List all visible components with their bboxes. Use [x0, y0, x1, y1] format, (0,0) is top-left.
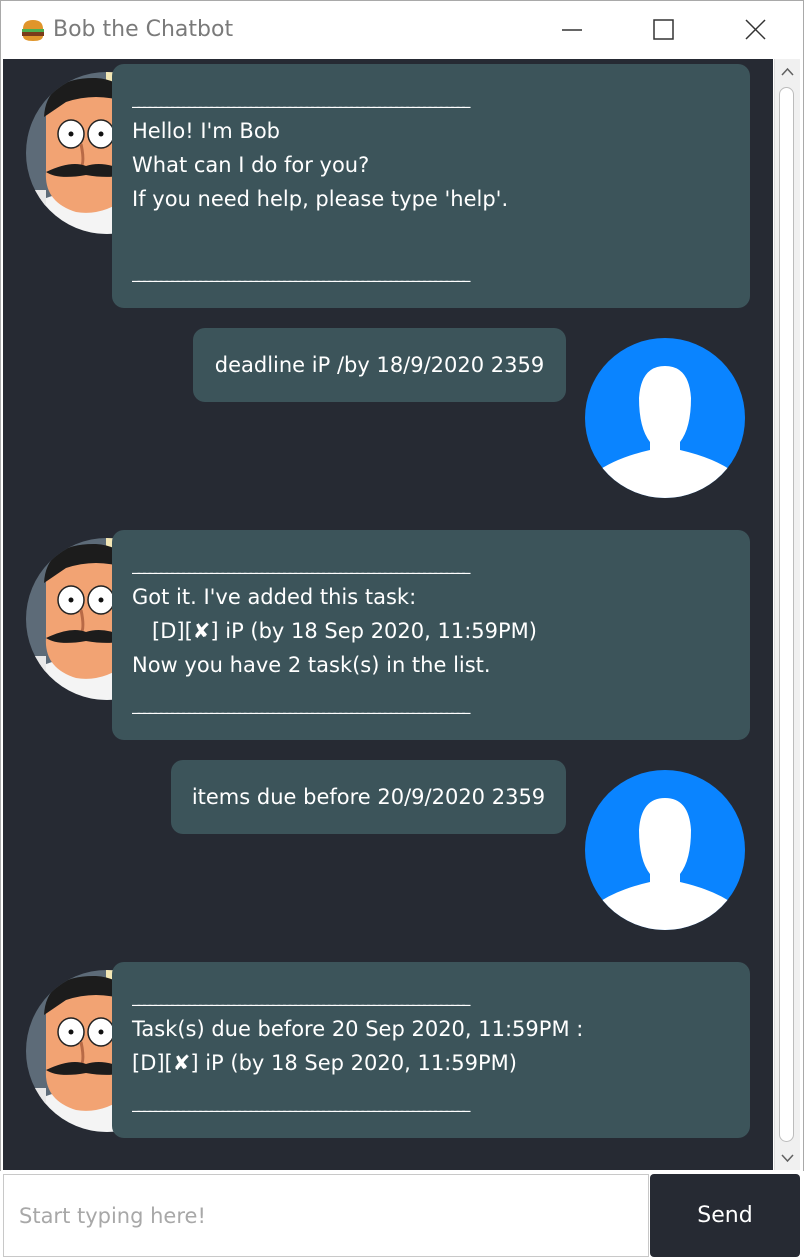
title-bar[interactable]: Bob the Chatbot: [1, 1, 803, 58]
window-title: Bob the Chatbot: [53, 17, 234, 42]
burger-icon: [22, 20, 44, 41]
message-line: Now you have 2 task(s) in the list.: [132, 653, 491, 677]
message-line: [D][✘] iP (by 18 Sep 2020, 11:59PM): [132, 1051, 517, 1075]
message-line: Got it. I've added this task:: [132, 585, 417, 609]
message-line: [D][✘] iP (by 18 Sep 2020, 11:59PM): [132, 619, 537, 643]
user-avatar-icon: [585, 770, 745, 930]
divider-line: ________________________________________…: [132, 990, 470, 1006]
chat-scroll-pane[interactable]: ________________________________________…: [3, 59, 773, 1170]
bot-message-bubble: ________________________________________…: [112, 64, 750, 308]
divider-line: ________________________________________…: [132, 698, 470, 714]
message-line: What can I do for you?: [132, 153, 370, 177]
divider-line: ________________________________________…: [132, 558, 470, 574]
bot-message-bubble: ________________________________________…: [112, 962, 750, 1138]
message-input[interactable]: [3, 1174, 649, 1257]
divider-line: ________________________________________…: [132, 1096, 470, 1112]
message-line: [132, 216, 730, 266]
minimize-button[interactable]: [526, 1, 618, 58]
maximize-button[interactable]: [618, 1, 710, 58]
minimize-icon: [562, 29, 582, 31]
user-message-text: deadline iP /by 18/9/2020 2359: [214, 353, 545, 377]
user-message-bubble: deadline iP /by 18/9/2020 2359: [193, 328, 566, 402]
user-message-text: items due before 20/9/2020 2359: [191, 785, 546, 809]
scroll-up-arrow-icon[interactable]: [775, 61, 800, 83]
user-avatar-icon: [585, 338, 745, 498]
close-button[interactable]: [710, 1, 802, 58]
bot-message-bubble: ________________________________________…: [112, 530, 750, 740]
user-message-bubble: items due before 20/9/2020 2359: [171, 760, 566, 834]
message-line: Task(s) due before 20 Sep 2020, 11:59PM …: [132, 1017, 584, 1041]
divider-line: ________________________________________…: [132, 266, 470, 282]
scroll-down-arrow-icon[interactable]: [775, 1147, 800, 1169]
maximize-icon: [653, 19, 674, 40]
message-line: Hello! I'm Bob: [132, 119, 281, 143]
close-icon: [745, 19, 766, 40]
divider-line: ________________________________________…: [132, 92, 470, 108]
input-bar: Send: [0, 1171, 804, 1260]
vertical-scrollbar[interactable]: [774, 59, 800, 1170]
scrollbar-thumb[interactable]: [779, 87, 794, 1142]
message-line: If you need help, please type 'help'.: [132, 187, 509, 211]
send-button[interactable]: Send: [650, 1174, 800, 1257]
